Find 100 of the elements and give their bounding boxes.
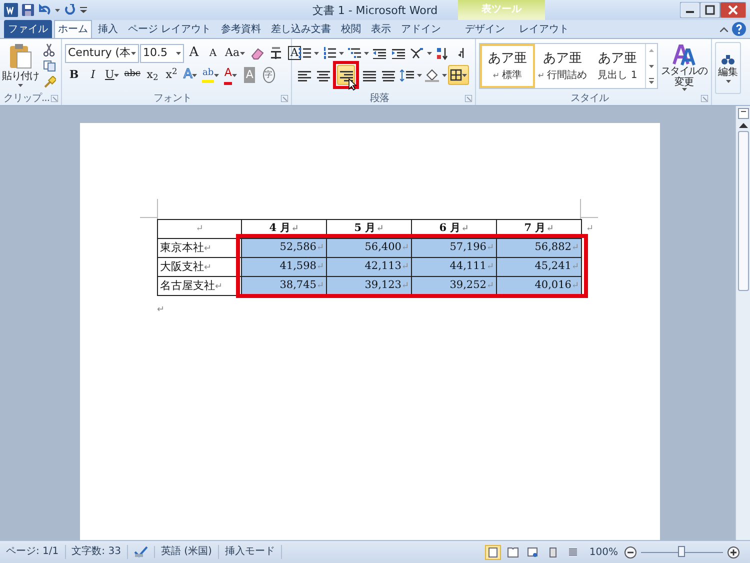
view-icon [507,546,520,558]
strikethrough-button[interactable]: abc [122,65,142,85]
align-lines-icon [362,68,376,82]
group-label: 段落 [369,92,390,104]
row-label-cell: 名古屋支社↵ [158,276,242,296]
align-right-button[interactable] [337,65,355,85]
font-size-field[interactable]: 10.5 [140,44,184,62]
script-button[interactable]: x$_{2}$ [143,65,162,85]
ribbon-tab[interactable]: 挿入 [94,20,122,38]
insert-mode-indicator[interactable]: 挿入モード [218,545,282,559]
editing-button[interactable]: 編集 [715,42,741,94]
customize-icon[interactable] [80,6,87,14]
grow-font-button[interactable]: A [185,43,203,63]
ribbon-tab[interactable]: ホーム [54,20,92,38]
table-cell: 44,111↵ [412,258,496,276]
styles-icon [672,44,696,66]
caret-icon [427,52,432,54]
status-item[interactable]: 文字数: 33 [66,545,128,559]
caret-icon [417,74,422,76]
copy-icon [42,60,56,72]
zoom-out-icon[interactable] [624,546,637,558]
status-item[interactable]: ページ: 1/1 [0,545,66,559]
file-tab[interactable]: ファイル [4,20,52,38]
font-color-button[interactable]: A [222,65,240,85]
change-case-button[interactable]: Aa [223,43,247,63]
language-indicator[interactable]: 英語 (米国) [154,545,219,559]
caret-icon [240,52,245,54]
underline-button[interactable]: U [103,65,122,85]
close-button[interactable] [720,2,746,18]
group-label: クリップ... [3,92,50,104]
table-cell: 45,241↵ [496,258,582,276]
caret-icon [339,52,344,54]
vertical-scrollbar[interactable] [735,106,750,540]
view-icon [527,546,540,558]
align-lines-icon [298,68,310,82]
maximize-button[interactable] [700,2,720,18]
ribbon-tab[interactable]: ページ レイアウト [124,20,216,38]
view-button[interactable] [505,544,522,560]
zoom-slider-thumb[interactable] [678,546,685,556]
italic-button[interactable]: I [84,65,102,85]
align-lines-icon [340,68,352,82]
font-name-field[interactable]: Century (本 [65,44,139,62]
undo-icon[interactable] [38,4,51,16]
ribbon-tab[interactable]: 参考資料 [217,20,266,38]
table-cell: 52,586↵ [242,238,326,258]
scroll-thumb[interactable] [738,131,748,291]
table-cell: 56,882↵ [496,238,582,258]
ribbon-tab[interactable]: デザイン [458,20,512,38]
caret-icon [314,52,319,54]
ribbon-tab[interactable]: アドイン [397,20,446,38]
style-item[interactable]: あア亜 見出し 1 [590,44,645,88]
caret-icon [232,74,237,76]
caret-icon [442,74,447,76]
script-button[interactable]: x$^{2}$ [162,65,180,85]
clipboard-icon [8,43,32,69]
collapse-ribbon-icon[interactable] [720,26,728,32]
brush-icon [42,76,56,88]
table-cell: 42,113↵ [326,258,412,276]
ribbon-tab[interactable]: 表示 [367,20,396,38]
minimize-button[interactable] [680,2,700,18]
ribbon-tab[interactable]: レイアウト [512,20,576,38]
zoom-level[interactable]: 100% [589,544,618,560]
group-label: スタイル [570,92,610,104]
pointer-icon [348,78,357,91]
paragraph-mark: ↵ [157,304,166,316]
ribbon-tab[interactable]: 差し込み文書 [267,20,336,38]
style-item[interactable]: あア亜 ↵ 行間詰め [535,44,590,88]
save-icon[interactable] [22,4,34,16]
bullet-list-icon [298,47,310,59]
table-cell: 56,400↵ [326,238,412,258]
ribbon-tab[interactable]: 校閲 [337,20,366,38]
numbered-list-icon [322,47,336,59]
redo-icon[interactable] [64,4,76,16]
scroll-up-icon[interactable] [738,122,748,128]
caret-icon [131,52,136,54]
multilevel-list-icon [348,47,360,59]
proofing-icon[interactable] [134,546,148,558]
help-icon[interactable] [732,22,746,36]
highlight-button[interactable]: ab [200,65,221,85]
paste-button[interactable]: 貼り付け [3,42,38,88]
line-spacing-icon [400,68,414,82]
view-icon [567,546,580,558]
asian-layout-icon [410,47,424,59]
change-styles-button[interactable]: スタイルの 変更 [660,42,708,92]
zoom-in-icon[interactable] [727,546,740,558]
borders-button[interactable] [448,65,469,85]
caret-icon [462,74,467,76]
caret-icon [726,80,730,82]
caret-icon [682,88,686,90]
increase-indent-icon [392,47,404,59]
ruler-toggle-icon[interactable] [738,108,748,119]
caret-icon [114,74,120,76]
shrink-font-button[interactable]: A [204,43,222,63]
view-button[interactable] [485,544,502,560]
caret-icon [192,74,198,76]
bold-button[interactable]: B [65,65,83,85]
style-item[interactable]: あア亜 ↵ 標準 [480,44,535,88]
caret-icon [18,84,23,87]
sort-icon [436,46,448,60]
view-icon [487,546,500,558]
